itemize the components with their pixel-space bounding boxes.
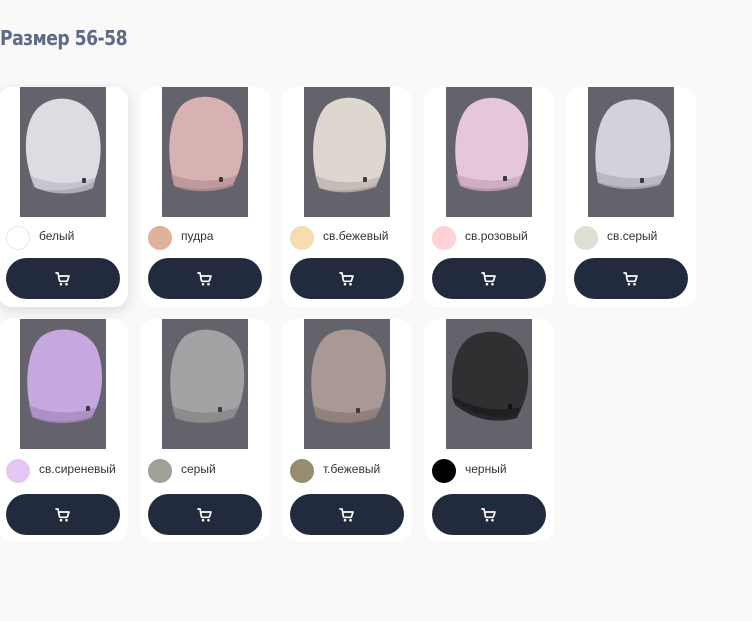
color-name: черный — [465, 462, 507, 476]
shopping-cart-icon — [623, 272, 638, 286]
color-swatch — [290, 459, 314, 483]
beanie-image — [446, 319, 532, 449]
color-option: пудра — [148, 226, 266, 254]
color-name: т.бежевый — [323, 462, 381, 476]
product-card-light-gray[interactable]: св.серый — [566, 87, 696, 307]
product-card-gray[interactable]: серый — [140, 319, 270, 541]
product-photo[interactable] — [588, 87, 674, 217]
color-option: белый — [6, 226, 124, 254]
product-card-light-beige[interactable]: св.бежевый — [282, 87, 412, 307]
product-card-powder[interactable]: пудра — [140, 87, 270, 307]
color-swatch — [6, 459, 30, 483]
shopping-cart-icon — [481, 508, 496, 522]
add-to-cart-button[interactable] — [6, 258, 120, 299]
add-to-cart-button[interactable] — [290, 494, 404, 535]
shopping-cart-icon — [197, 272, 212, 286]
add-to-cart-button[interactable] — [148, 258, 262, 299]
product-photo[interactable] — [162, 319, 248, 449]
beanie-image — [304, 319, 390, 449]
page-title: Размер 56-58 — [0, 26, 128, 50]
add-to-cart-button[interactable] — [432, 494, 546, 535]
color-name: св.бежевый — [323, 229, 389, 243]
product-photo[interactable] — [304, 87, 390, 217]
color-option: т.бежевый — [290, 459, 408, 487]
beanie-image — [446, 87, 532, 217]
shopping-cart-icon — [55, 508, 70, 522]
beanie-image — [20, 87, 106, 217]
color-name: пудра — [181, 229, 214, 243]
add-to-cart-button[interactable] — [290, 258, 404, 299]
shopping-cart-icon — [55, 272, 70, 286]
product-card-black[interactable]: черный — [424, 319, 554, 541]
shopping-cart-icon — [197, 508, 212, 522]
color-swatch — [6, 226, 30, 250]
color-option: св.розовый — [432, 226, 550, 254]
color-swatch — [290, 226, 314, 250]
product-card-light-pink[interactable]: св.розовый — [424, 87, 554, 307]
beanie-image — [162, 319, 248, 449]
add-to-cart-button[interactable] — [574, 258, 688, 299]
beanie-image — [304, 87, 390, 217]
shopping-cart-icon — [339, 508, 354, 522]
product-photo[interactable] — [446, 319, 532, 449]
beanie-image — [162, 87, 248, 217]
color-name: серый — [181, 462, 216, 476]
beanie-image — [20, 319, 106, 449]
color-swatch — [148, 459, 172, 483]
product-photo[interactable] — [20, 319, 106, 449]
product-photo[interactable] — [20, 87, 106, 217]
product-photo[interactable] — [162, 87, 248, 217]
color-name: св.сиреневый — [39, 462, 116, 476]
add-to-cart-button[interactable] — [6, 494, 120, 535]
product-card-white[interactable]: белый — [0, 87, 128, 307]
color-name: белый — [39, 229, 75, 243]
color-option: серый — [148, 459, 266, 487]
color-swatch — [432, 226, 456, 250]
color-name: св.розовый — [465, 229, 528, 243]
add-to-cart-button[interactable] — [148, 494, 262, 535]
color-option: св.сиреневый — [6, 459, 124, 487]
add-to-cart-button[interactable] — [432, 258, 546, 299]
product-card-dark-beige[interactable]: т.бежевый — [282, 319, 412, 541]
shopping-cart-icon — [481, 272, 496, 286]
color-name: св.серый — [607, 229, 658, 243]
product-photo[interactable] — [304, 319, 390, 449]
product-photo[interactable] — [446, 87, 532, 217]
beanie-image — [588, 87, 674, 217]
color-option: черный — [432, 459, 550, 487]
color-swatch — [148, 226, 172, 250]
shopping-cart-icon — [339, 272, 354, 286]
color-option: св.серый — [574, 226, 692, 254]
color-option: св.бежевый — [290, 226, 408, 254]
color-swatch — [574, 226, 598, 250]
product-card-light-lilac[interactable]: св.сиреневый — [0, 319, 128, 541]
color-swatch — [432, 459, 456, 483]
